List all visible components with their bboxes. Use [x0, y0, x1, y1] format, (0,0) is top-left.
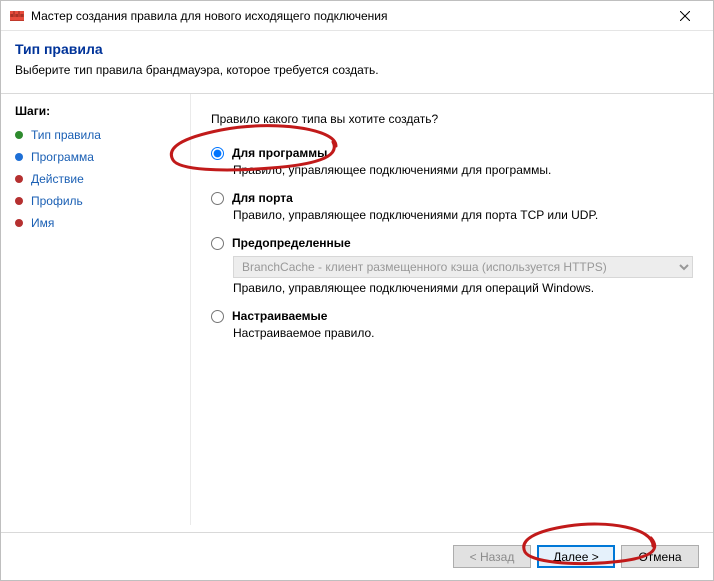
bullet-icon: [15, 219, 23, 227]
option-predefined: Предопределенные BranchCache - клиент ра…: [211, 236, 693, 295]
bullet-icon: [15, 197, 23, 205]
back-button: < Назад: [453, 545, 531, 568]
option-custom-desc: Настраиваемое правило.: [233, 326, 693, 340]
option-program: Для программы Правило, управляющее подкл…: [211, 146, 693, 177]
page-subtitle: Выберите тип правила брандмауэра, которо…: [15, 63, 699, 77]
bullet-icon: [15, 175, 23, 183]
option-predefined-desc: Правило, управляющее подключениями для о…: [233, 281, 693, 295]
option-port-desc: Правило, управляющее подключениями для п…: [233, 208, 693, 222]
option-port: Для порта Правило, управляющее подключен…: [211, 191, 693, 222]
titlebar: Мастер создания правила для нового исход…: [1, 1, 713, 31]
cancel-button[interactable]: Отмена: [621, 545, 699, 568]
step-rule-type[interactable]: Тип правила: [15, 124, 180, 146]
radio-port[interactable]: [211, 192, 224, 205]
step-label: Тип правила: [31, 128, 101, 142]
question-text: Правило какого типа вы хотите создать?: [211, 112, 693, 126]
option-custom-title: Настраиваемые: [232, 309, 327, 323]
option-port-title: Для порта: [232, 191, 293, 205]
wizard-header: Тип правила Выберите тип правила брандма…: [1, 31, 713, 89]
option-program-title: Для программы: [232, 146, 327, 160]
radio-custom[interactable]: [211, 310, 224, 323]
window-title: Мастер создания правила для нового исход…: [31, 9, 663, 23]
step-profile[interactable]: Профиль: [15, 190, 180, 212]
close-button[interactable]: [663, 2, 707, 30]
option-program-row[interactable]: Для программы: [211, 146, 693, 160]
main-content: Правило какого типа вы хотите создать? Д…: [191, 94, 713, 525]
steps-sidebar: Шаги: Тип правила Программа Действие Про…: [1, 94, 191, 525]
bullet-icon: [15, 153, 23, 161]
step-label: Профиль: [31, 194, 83, 208]
option-program-desc: Правило, управляющее подключениями для п…: [233, 163, 693, 177]
bullet-icon: [15, 131, 23, 139]
step-action[interactable]: Действие: [15, 168, 180, 190]
page-title: Тип правила: [15, 41, 699, 57]
option-custom-row[interactable]: Настраиваемые: [211, 309, 693, 323]
option-port-row[interactable]: Для порта: [211, 191, 693, 205]
step-program[interactable]: Программа: [15, 146, 180, 168]
option-predefined-row[interactable]: Предопределенные: [211, 236, 693, 250]
radio-predefined[interactable]: [211, 237, 224, 250]
steps-heading: Шаги:: [15, 104, 180, 118]
step-label: Имя: [31, 216, 54, 230]
next-button[interactable]: Далее >: [537, 545, 615, 568]
close-icon: [680, 11, 690, 21]
firewall-icon: [9, 8, 25, 24]
option-predefined-title: Предопределенные: [232, 236, 351, 250]
step-label: Действие: [31, 172, 84, 186]
step-name[interactable]: Имя: [15, 212, 180, 234]
step-label: Программа: [31, 150, 94, 164]
radio-program[interactable]: [211, 147, 224, 160]
predefined-dropdown: BranchCache - клиент размещенного кэша (…: [233, 256, 693, 278]
wizard-footer: < Назад Далее > Отмена: [1, 532, 713, 580]
option-custom: Настраиваемые Настраиваемое правило.: [211, 309, 693, 340]
